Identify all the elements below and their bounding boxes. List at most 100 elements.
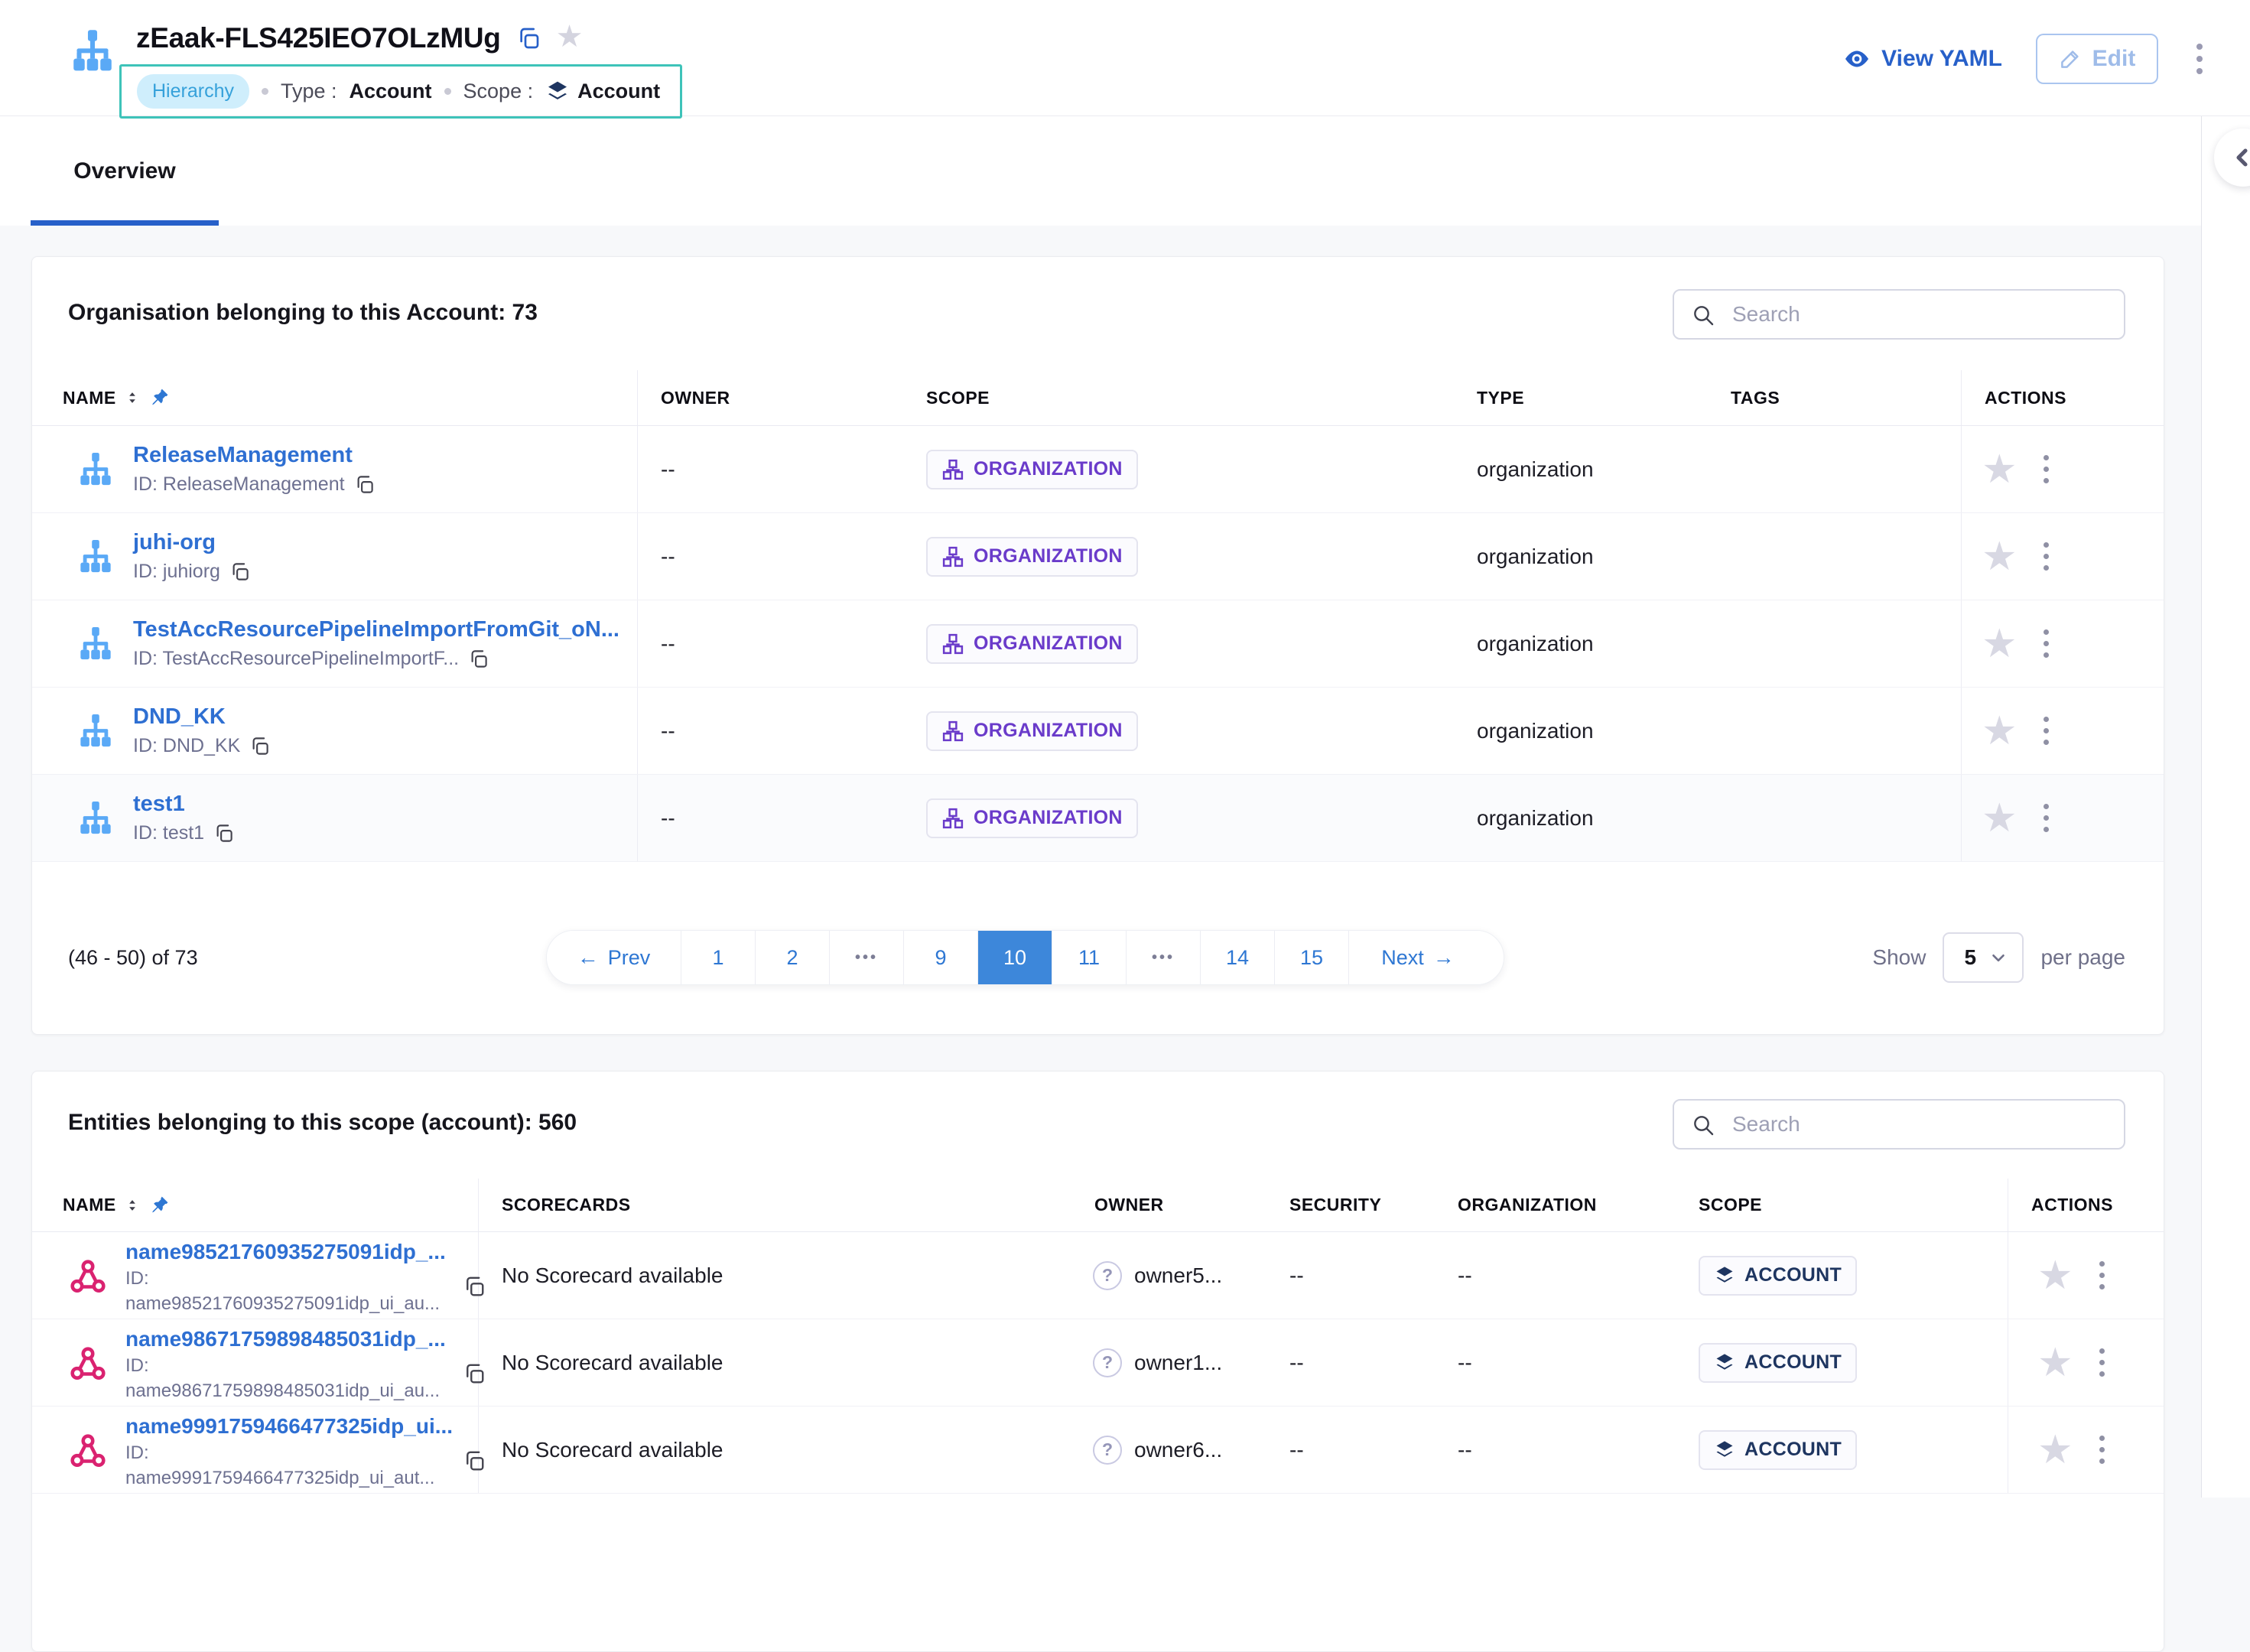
table-row[interactable]: name98671759898485031idp_... ID: name986… <box>32 1319 2164 1406</box>
org-name-link[interactable]: ReleaseManagement <box>133 443 353 467</box>
next-page-button[interactable]: Next <box>1349 931 1487 984</box>
page-button-2[interactable]: 2 <box>756 931 830 984</box>
entities-table-header: NAME SCORECARDS OWNER SECURITY ORGANIZAT… <box>32 1179 2164 1232</box>
entities-rows: name98521760935275091idp_... ID: name985… <box>32 1232 2164 1494</box>
table-row[interactable]: juhi-org ID: juhiorg -- ORGANIZATION org… <box>32 513 2164 600</box>
favorite-star-icon[interactable]: ★ <box>556 21 584 52</box>
copy-icon[interactable] <box>463 1362 486 1385</box>
table-row[interactable]: ReleaseManagement ID: ReleaseManagement … <box>32 426 2164 513</box>
entities-search-input[interactable] <box>1673 1099 2125 1150</box>
prev-page-button[interactable]: Prev <box>547 931 681 984</box>
row-more-menu[interactable] <box>2039 625 2053 662</box>
tags-cell <box>1708 513 1961 600</box>
copy-icon[interactable] <box>249 736 270 756</box>
eye-icon <box>1843 45 1871 73</box>
copy-icon[interactable] <box>463 1275 486 1298</box>
edit-label: Edit <box>2092 46 2136 72</box>
org-name-link[interactable]: test1 <box>133 792 185 816</box>
organization-badge-icon <box>941 720 964 743</box>
type-label: Type : <box>281 80 337 103</box>
scorecards-value: No Scorecard available <box>479 1406 1071 1493</box>
copy-icon[interactable] <box>468 649 489 669</box>
collapse-panel-button[interactable] <box>2214 128 2250 187</box>
row-more-menu[interactable] <box>2095 1344 2109 1381</box>
owner-value: -- <box>638 426 903 512</box>
entity-name-link[interactable]: name98671759898485031idp_... <box>125 1325 446 1353</box>
page-button-11[interactable]: 11 <box>1052 931 1127 984</box>
entity-name-link[interactable]: name9991759466477325idp_ui... <box>125 1413 453 1440</box>
row-more-menu[interactable] <box>2039 712 2053 750</box>
organization-icon <box>78 714 113 749</box>
organisations-table-header: NAME OWNER SCOPE TYPE TAGS ACTIONS <box>32 370 2164 426</box>
view-yaml-button[interactable]: View YAML <box>1843 45 2002 73</box>
org-name-link[interactable]: TestAccResourcePipelineImportFromGit_oN.… <box>133 617 619 642</box>
owner-value: -- <box>638 600 903 687</box>
pin-icon[interactable] <box>148 387 170 408</box>
copy-icon[interactable] <box>354 474 375 495</box>
scope-badge: ACCOUNT <box>1699 1430 1857 1470</box>
copy-title-icon[interactable] <box>516 26 541 50</box>
favorite-star-icon[interactable] <box>2037 1256 2073 1296</box>
copy-icon[interactable] <box>213 823 234 844</box>
favorite-star-icon[interactable] <box>2037 1343 2073 1383</box>
row-more-menu[interactable] <box>2039 799 2053 837</box>
scorecards-value: No Scorecard available <box>479 1232 1071 1319</box>
pin-icon[interactable] <box>148 1195 170 1216</box>
row-more-menu[interactable] <box>2039 538 2053 575</box>
row-more-menu[interactable] <box>2095 1431 2109 1468</box>
table-row[interactable]: test1 ID: test1 -- ORGANIZATION organiza… <box>32 775 2164 862</box>
column-header-actions: ACTIONS <box>1961 370 2165 425</box>
scope-badge: ORGANIZATION <box>926 624 1138 664</box>
scope-badge: ACCOUNT <box>1699 1343 1857 1383</box>
org-name-link[interactable]: juhi-org <box>133 530 216 554</box>
favorite-star-icon[interactable] <box>1982 624 2018 664</box>
table-row[interactable]: name9991759466477325idp_ui... ID: name99… <box>32 1406 2164 1494</box>
favorite-star-icon[interactable] <box>1982 798 2018 838</box>
favorite-star-icon[interactable] <box>1982 450 2018 489</box>
table-row[interactable]: DND_KK ID: DND_KK -- ORGANIZATION organi… <box>32 688 2164 775</box>
entity-meta-box: Hierarchy Type : Account Scope : Account <box>119 64 682 119</box>
tags-cell <box>1708 600 1961 687</box>
column-header-name[interactable]: NAME <box>32 1179 479 1231</box>
sort-icon[interactable] <box>124 389 141 406</box>
page-size-select[interactable]: 5 <box>1943 932 2024 983</box>
page-button-10-active[interactable]: 10 <box>978 931 1052 984</box>
chevron-down-icon <box>1988 948 2008 967</box>
hierarchy-icon <box>70 29 115 73</box>
column-header-organization: ORGANIZATION <box>1435 1179 1676 1231</box>
copy-icon[interactable] <box>229 561 250 582</box>
entity-name-link[interactable]: name98521760935275091idp_... <box>125 1238 446 1266</box>
tab-overview[interactable]: Overview <box>31 116 219 226</box>
row-more-menu[interactable] <box>2039 450 2053 488</box>
organization-icon <box>78 539 113 574</box>
entity-id-label: ID: <box>125 1440 453 1465</box>
page-button-15[interactable]: 15 <box>1275 931 1349 984</box>
row-more-menu[interactable] <box>2095 1257 2109 1294</box>
organization-value: -- <box>1435 1406 1676 1493</box>
page-button-14[interactable]: 14 <box>1201 931 1275 984</box>
unknown-owner-icon <box>1093 1436 1122 1465</box>
column-header-security: SECURITY <box>1266 1179 1435 1231</box>
edit-button[interactable]: Edit <box>2036 34 2158 84</box>
table-row[interactable]: name98521760935275091idp_... ID: name985… <box>32 1232 2164 1319</box>
org-name-link[interactable]: DND_KK <box>133 704 226 729</box>
scope-value: Account <box>577 80 660 103</box>
favorite-star-icon[interactable] <box>2037 1430 2073 1470</box>
sort-icon[interactable] <box>124 1197 141 1214</box>
organization-badge-icon <box>941 545 964 568</box>
tags-cell <box>1708 426 1961 512</box>
favorite-star-icon[interactable] <box>1982 711 2018 751</box>
entities-title: Entities belonging to this scope (accoun… <box>68 1110 577 1136</box>
search-icon <box>1691 303 1715 327</box>
organisations-search-input[interactable] <box>1673 289 2125 340</box>
table-row[interactable]: TestAccResourcePipelineImportFromGit_oN.… <box>32 600 2164 688</box>
column-header-scorecards: SCORECARDS <box>479 1179 1071 1231</box>
favorite-star-icon[interactable] <box>1982 537 2018 577</box>
column-name-label: NAME <box>63 1195 116 1215</box>
entity-id-label: ID: <box>125 1266 446 1291</box>
page-button-9[interactable]: 9 <box>904 931 978 984</box>
copy-icon[interactable] <box>463 1449 486 1472</box>
header-more-menu[interactable] <box>2192 39 2207 79</box>
page-button-1[interactable]: 1 <box>681 931 756 984</box>
column-header-name[interactable]: NAME <box>32 370 638 425</box>
